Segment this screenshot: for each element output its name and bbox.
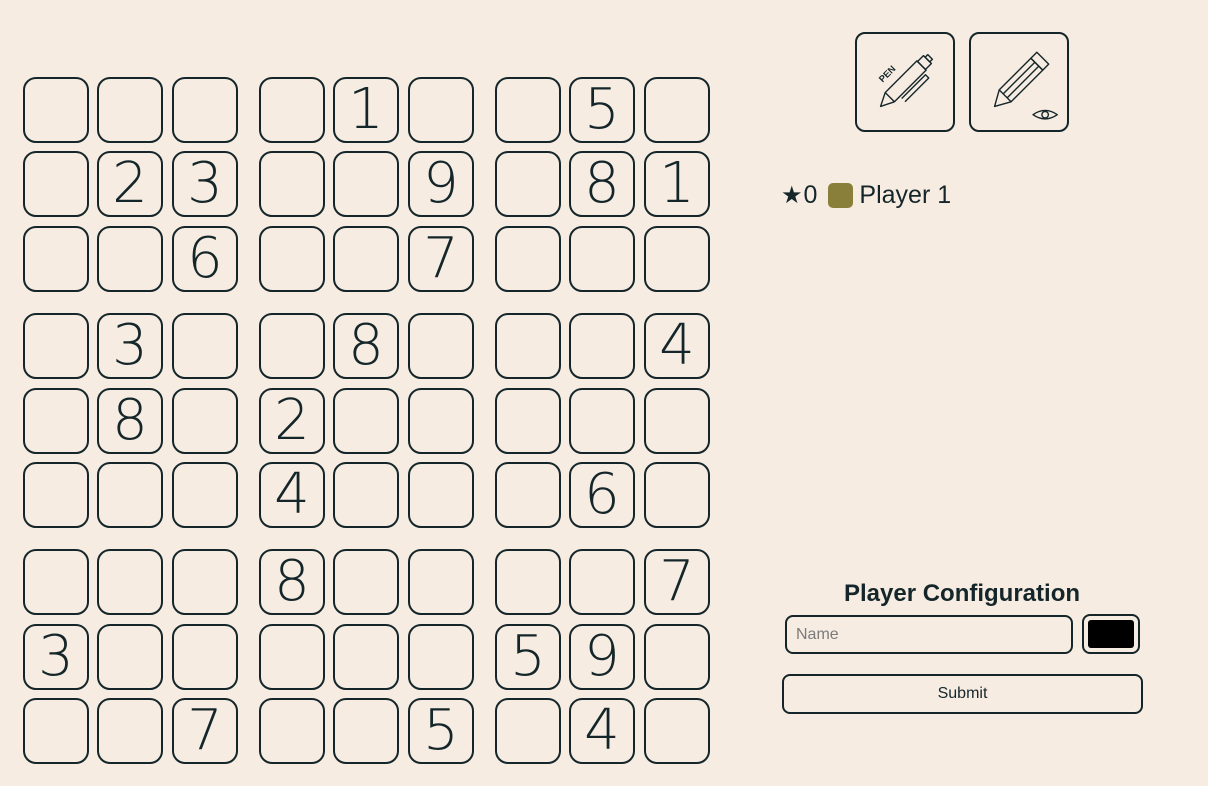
sudoku-cell-r4c5[interactable]: 8 xyxy=(333,313,399,379)
sudoku-cell-r6c1[interactable] xyxy=(23,462,89,528)
sudoku-cell-r4c3[interactable] xyxy=(172,313,238,379)
player-color-swatch xyxy=(828,182,854,208)
sudoku-cell-r6c5[interactable] xyxy=(333,462,399,528)
sudoku-cell-r7c2[interactable] xyxy=(97,549,163,615)
sudoku-cell-r2c9[interactable]: 1 xyxy=(644,151,710,217)
pencil-eye-icon xyxy=(993,51,1058,120)
sudoku-cell-r7c3[interactable] xyxy=(172,549,238,615)
sudoku-cell-r5c5[interactable] xyxy=(333,388,399,454)
sudoku-board: 152398167384824687359754 xyxy=(0,0,760,786)
sudoku-cell-r9c3[interactable]: 7 xyxy=(172,698,238,764)
pen-label: PEN xyxy=(877,64,898,85)
sudoku-cell-r7c8[interactable] xyxy=(569,549,635,615)
sudoku-cell-r6c3[interactable] xyxy=(172,462,238,528)
sudoku-cell-r6c7[interactable] xyxy=(495,462,561,528)
sudoku-cell-r9c5[interactable] xyxy=(333,698,399,764)
sudoku-cell-r3c2[interactable] xyxy=(97,226,163,292)
sudoku-cell-r9c7[interactable] xyxy=(495,698,561,764)
sudoku-cell-r7c1[interactable] xyxy=(23,549,89,615)
sudoku-cell-r3c7[interactable] xyxy=(495,226,561,292)
sudoku-cell-r8c6[interactable] xyxy=(408,624,474,690)
sudoku-cell-r3c4[interactable] xyxy=(259,226,325,292)
sudoku-cell-r1c1[interactable] xyxy=(23,77,89,143)
sudoku-cell-r5c4[interactable]: 2 xyxy=(259,388,325,454)
sudoku-cell-r8c5[interactable] xyxy=(333,624,399,690)
sudoku-cell-r7c6[interactable] xyxy=(408,549,474,615)
sudoku-cell-r4c4[interactable] xyxy=(259,313,325,379)
sudoku-cell-r5c9[interactable] xyxy=(644,388,710,454)
sudoku-cell-r7c7[interactable] xyxy=(495,549,561,615)
sudoku-cell-r2c5[interactable] xyxy=(333,151,399,217)
sudoku-cell-r1c9[interactable] xyxy=(644,77,710,143)
sudoku-cell-r1c6[interactable] xyxy=(408,77,474,143)
sudoku-cell-r6c6[interactable] xyxy=(408,462,474,528)
sudoku-cell-r1c3[interactable] xyxy=(172,77,238,143)
sudoku-cell-r4c9[interactable]: 4 xyxy=(644,313,710,379)
sudoku-cell-r7c4[interactable]: 8 xyxy=(259,549,325,615)
player-name-input[interactable] xyxy=(785,615,1073,654)
sudoku-cell-r9c9[interactable] xyxy=(644,698,710,764)
sudoku-cell-r8c8[interactable]: 9 xyxy=(569,624,635,690)
pen-tool-button[interactable]: PEN xyxy=(855,32,955,132)
sudoku-cell-r5c8[interactable] xyxy=(569,388,635,454)
sudoku-cell-r2c7[interactable] xyxy=(495,151,561,217)
sudoku-cell-r2c4[interactable] xyxy=(259,151,325,217)
sudoku-cell-r1c5[interactable]: 1 xyxy=(333,77,399,143)
sudoku-cell-r1c7[interactable] xyxy=(495,77,561,143)
sudoku-cell-r4c2[interactable]: 3 xyxy=(97,313,163,379)
player-config-title: Player Configuration xyxy=(843,580,1081,607)
pencil-tool-button[interactable] xyxy=(969,32,1069,132)
sudoku-cell-r8c3[interactable] xyxy=(172,624,238,690)
sudoku-cell-r3c9[interactable] xyxy=(644,226,710,292)
sudoku-cell-r4c6[interactable] xyxy=(408,313,474,379)
sudoku-cell-r8c9[interactable] xyxy=(644,624,710,690)
sudoku-cell-r2c6[interactable]: 9 xyxy=(408,151,474,217)
sudoku-cell-r5c2[interactable]: 8 xyxy=(97,388,163,454)
sudoku-cell-r1c4[interactable] xyxy=(259,77,325,143)
sudoku-cell-r1c2[interactable] xyxy=(97,77,163,143)
sudoku-cell-r5c1[interactable] xyxy=(23,388,89,454)
sudoku-cell-r6c8[interactable]: 6 xyxy=(569,462,635,528)
sudoku-cell-r5c3[interactable] xyxy=(172,388,238,454)
sudoku-cell-r7c5[interactable] xyxy=(333,549,399,615)
player-color-picker[interactable] xyxy=(1082,614,1140,654)
sudoku-cell-r9c1[interactable] xyxy=(23,698,89,764)
sudoku-cell-r3c8[interactable] xyxy=(569,226,635,292)
sudoku-cell-r3c5[interactable] xyxy=(333,226,399,292)
player-list-item: ★ 0 Player 1 xyxy=(781,178,951,212)
sudoku-cell-r4c1[interactable] xyxy=(23,313,89,379)
sudoku-cell-r3c1[interactable] xyxy=(23,226,89,292)
sudoku-cell-r2c8[interactable]: 8 xyxy=(569,151,635,217)
sudoku-cell-r4c7[interactable] xyxy=(495,313,561,379)
sudoku-cell-r6c2[interactable] xyxy=(97,462,163,528)
sudoku-cell-r5c6[interactable] xyxy=(408,388,474,454)
sudoku-cell-r9c2[interactable] xyxy=(97,698,163,764)
sudoku-cell-r8c7[interactable]: 5 xyxy=(495,624,561,690)
sudoku-cell-r8c1[interactable]: 3 xyxy=(23,624,89,690)
sudoku-cell-r5c7[interactable] xyxy=(495,388,561,454)
sudoku-cell-r4c8[interactable] xyxy=(569,313,635,379)
sudoku-cell-r9c4[interactable] xyxy=(259,698,325,764)
player-score: 0 xyxy=(803,180,818,209)
player-name: Player 1 xyxy=(859,180,952,209)
sudoku-cell-r2c2[interactable]: 2 xyxy=(97,151,163,217)
sudoku-cell-r8c4[interactable] xyxy=(259,624,325,690)
submit-button[interactable]: Submit xyxy=(782,674,1143,714)
sudoku-cell-r6c4[interactable]: 4 xyxy=(259,462,325,528)
pen-icon: PEN xyxy=(877,53,934,108)
sudoku-cell-r3c6[interactable]: 7 xyxy=(408,226,474,292)
sudoku-cell-r9c8[interactable]: 4 xyxy=(569,698,635,764)
sudoku-cell-r1c8[interactable]: 5 xyxy=(569,77,635,143)
player-color-value xyxy=(1088,620,1134,648)
sudoku-cell-r3c3[interactable]: 6 xyxy=(172,226,238,292)
sudoku-cell-r2c3[interactable]: 3 xyxy=(172,151,238,217)
sudoku-cell-r7c9[interactable]: 7 xyxy=(644,549,710,615)
star-icon: ★ xyxy=(781,181,803,209)
sudoku-cell-r9c6[interactable]: 5 xyxy=(408,698,474,764)
sudoku-cell-r2c1[interactable] xyxy=(23,151,89,217)
sudoku-cell-r6c9[interactable] xyxy=(644,462,710,528)
sudoku-cell-r8c2[interactable] xyxy=(97,624,163,690)
